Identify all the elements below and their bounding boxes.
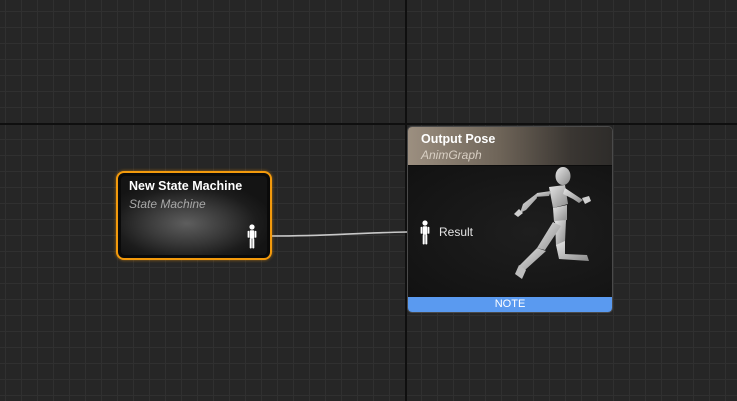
state-machine-title: New State Machine bbox=[129, 179, 243, 193]
state-machine-subtitle: State Machine bbox=[129, 197, 206, 211]
pose-output-pin[interactable] bbox=[247, 224, 257, 255]
state-machine-node[interactable]: New State Machine State Machine bbox=[116, 171, 272, 260]
result-input-pin[interactable] bbox=[420, 220, 430, 251]
note-bar[interactable]: NOTE bbox=[408, 297, 612, 312]
pose-wire-path[interactable] bbox=[271, 231, 408, 237]
pose-icon bbox=[247, 224, 257, 249]
output-pose-body: Result bbox=[408, 166, 612, 298]
pose-icon bbox=[420, 220, 430, 245]
output-pose-subtitle: AnimGraph bbox=[421, 148, 482, 162]
output-pose-node[interactable]: Output Pose AnimGraph Result NOTE bbox=[407, 126, 613, 313]
result-pin-label: Result bbox=[439, 225, 474, 239]
output-pose-header: Output Pose AnimGraph bbox=[408, 127, 612, 166]
pose-wire[interactable] bbox=[0, 0, 737, 401]
output-pose-title: Output Pose bbox=[421, 132, 496, 146]
running-mannequin-icon bbox=[514, 167, 591, 279]
